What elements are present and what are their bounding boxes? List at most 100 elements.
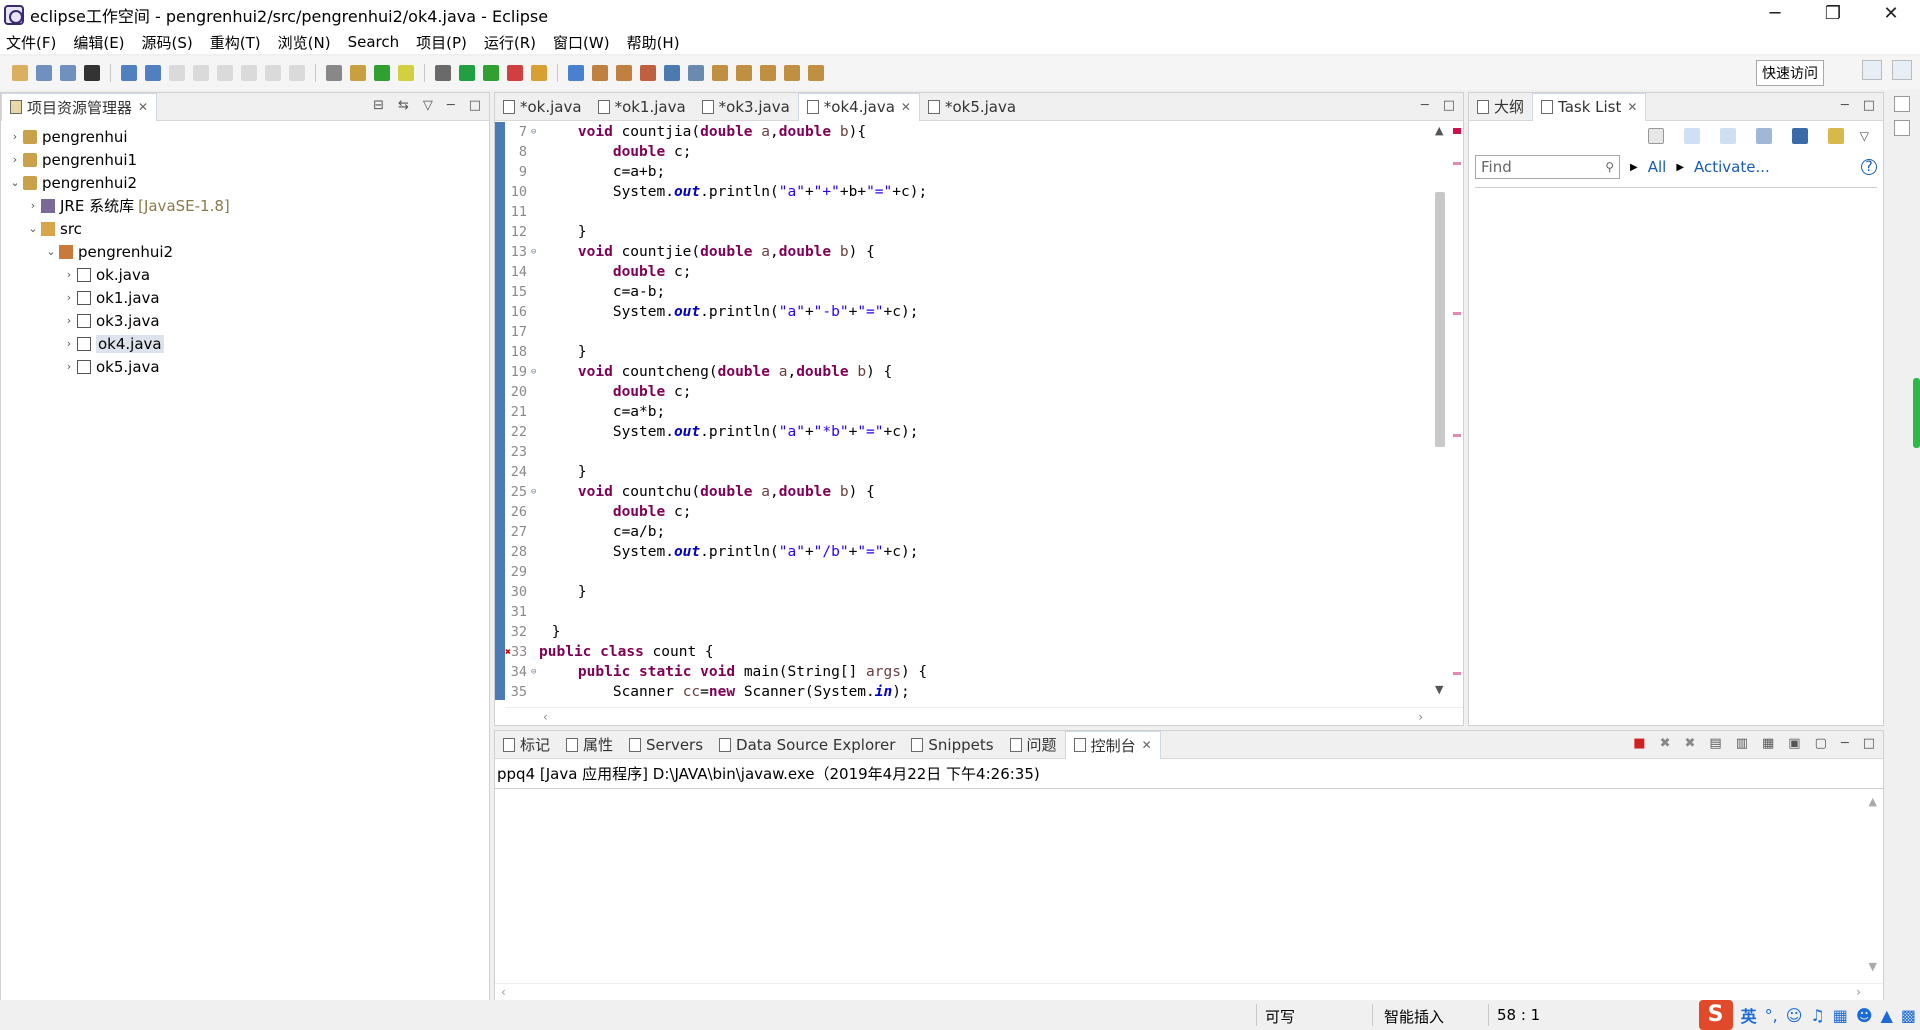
menu-item[interactable]: Search (348, 33, 400, 51)
fold-icon[interactable]: ⊖ (531, 487, 543, 497)
tab-item1[interactable]: 属性 (558, 731, 621, 759)
restore-icon[interactable] (1894, 96, 1910, 112)
overview-marker[interactable] (1453, 162, 1461, 165)
code-line[interactable]: 22 System. out .println("a" + "*b" + "=" +c); (505, 422, 1433, 442)
code-line[interactable]: 13 ⊖ void countjie(double a, double b) { (505, 242, 1433, 262)
toolbar-button-icon[interactable] (84, 65, 100, 81)
menu-item[interactable]: 重构(T) (210, 32, 261, 53)
chevron-down-icon[interactable]: ⌄ (43, 245, 59, 258)
chevron-right-icon[interactable]: › (61, 268, 77, 281)
tab-project-explorer[interactable]: 项目资源管理器 ✕ (1, 92, 158, 121)
fold-icon[interactable]: ⊖ (531, 367, 543, 377)
help-icon[interactable]: ? (1861, 159, 1877, 175)
code-line[interactable]: 16 System. out .println("a" + "-b" + "=" +c); (505, 302, 1433, 322)
tree-item[interactable]: › ok4.java (1, 332, 489, 355)
code-line[interactable]: 26 double c; (505, 502, 1433, 522)
menu-item[interactable]: 文件(F) (6, 32, 56, 53)
scroll-thumb[interactable] (1435, 192, 1445, 447)
tab-okjava[interactable]: *ok.java (495, 93, 590, 121)
menu-item[interactable]: 浏览(N) (278, 32, 331, 53)
tree-item[interactable]: ⌄ pengrenhui2 (1, 171, 489, 194)
tab-datasourceexplorer[interactable]: Data Source Explorer (711, 731, 903, 759)
toolbar-button-icon[interactable] (435, 65, 451, 81)
minimize-button[interactable]: ─ (1746, 0, 1804, 30)
scroll-up-icon[interactable]: ▲ (1435, 124, 1443, 137)
code-line[interactable]: 15 c=a-b; (505, 282, 1433, 302)
tab-ok4java[interactable]: *ok4.java ✕ (797, 92, 920, 121)
chevron-right-icon[interactable]: › (61, 360, 77, 373)
tree-item[interactable]: › pengrenhui (1, 125, 489, 148)
hide-completed-icon[interactable] (1791, 128, 1808, 144)
tab-ok1java[interactable]: *ok1.java (590, 93, 694, 121)
toolbar-button-icon[interactable] (507, 65, 523, 81)
tab-item5[interactable]: 问题 (1002, 731, 1065, 759)
menu-item[interactable]: 运行(R) (484, 32, 536, 53)
toolbar-button-icon[interactable] (459, 65, 475, 81)
toolbar-button-icon[interactable] (483, 65, 499, 81)
toolbar-button-icon[interactable] (217, 65, 233, 81)
tree-item[interactable]: ⌄ src (1, 217, 489, 240)
toolbar-button-icon[interactable] (145, 65, 161, 81)
scroll-lock-icon[interactable]: ▥ (1736, 736, 1748, 751)
toolbar-button-icon[interactable] (568, 65, 584, 81)
code-line[interactable]: 21 c=a*b; (505, 402, 1433, 422)
code-line[interactable]: 25 ⊖ void countchu(double a, double b) { (505, 482, 1433, 502)
categorized-icon[interactable] (1683, 128, 1700, 144)
keyboard-icon[interactable]: ▦ (1833, 1006, 1848, 1025)
close-icon[interactable]: ✕ (1627, 100, 1637, 114)
code-line[interactable]: 32 } (505, 622, 1433, 642)
editor-vertical-scrollbar[interactable]: ▲ ▼ (1431, 122, 1451, 700)
tab-snippets[interactable]: Snippets (903, 731, 1001, 759)
java-file-icon[interactable] (1894, 120, 1910, 136)
scroll-left-icon[interactable]: ‹ (543, 710, 548, 724)
open-perspective-icon[interactable] (1862, 60, 1882, 80)
code-line[interactable]: 11 (505, 202, 1433, 222)
code-line[interactable]: 29 (505, 562, 1433, 582)
toolbar-button-icon[interactable] (398, 65, 414, 81)
scroll-up-icon[interactable]: ▲ (1869, 795, 1877, 808)
grid-icon[interactable]: ▩ (1901, 1006, 1916, 1025)
restore-button[interactable]: ❐ (1804, 0, 1862, 30)
view-menu-icon[interactable]: ▽ (1860, 129, 1869, 143)
menu-item[interactable]: 编辑(E) (73, 32, 124, 53)
tree-item[interactable]: › ok1.java (1, 286, 489, 309)
toolbar-button-icon[interactable] (169, 65, 185, 81)
tab-tasklist[interactable]: Task List ✕ (1532, 92, 1647, 121)
toolbar-button-icon[interactable] (712, 65, 728, 81)
toolbar-button-icon[interactable] (531, 65, 547, 81)
chevron-right-icon[interactable]: › (25, 199, 41, 212)
sogou-icon[interactable]: S (1698, 1000, 1733, 1030)
code-line[interactable]: 35 Scanner cc = new Scanner(System. in); (505, 682, 1433, 702)
pin-console-icon[interactable]: ▦ (1762, 736, 1774, 751)
fold-icon[interactable]: ⊖ (531, 127, 543, 137)
minimize-icon[interactable]: ─ (1841, 736, 1849, 751)
activate-link[interactable]: Activate... (1694, 158, 1770, 176)
task-find-input[interactable]: Find ⚲ (1475, 155, 1620, 179)
code-line[interactable]: 18 } (505, 342, 1433, 362)
chevron-right-icon[interactable]: › (61, 314, 77, 327)
close-icon[interactable]: ✕ (138, 100, 148, 114)
code-line[interactable]: 17 (505, 322, 1433, 342)
clear-console-icon[interactable]: ▤ (1709, 736, 1721, 751)
terminate-icon[interactable]: ■ (1633, 736, 1645, 751)
minimize-icon[interactable]: ─ (447, 98, 455, 113)
close-icon[interactable]: ✕ (901, 100, 911, 114)
maximize-icon[interactable]: □ (1863, 98, 1875, 113)
toolbar-button-icon[interactable] (193, 65, 209, 81)
toolbar-button-icon[interactable] (121, 65, 137, 81)
code-line[interactable]: 24 } (505, 462, 1433, 482)
code-line[interactable]: 34 ⊖ public static void main(String[] arg… (505, 662, 1433, 682)
toolbar-button-icon[interactable] (808, 65, 824, 81)
scroll-left-icon[interactable]: ‹ (501, 985, 506, 999)
toolbar-button-icon[interactable] (36, 65, 52, 81)
sync-icon[interactable] (1827, 128, 1844, 144)
maximize-icon[interactable]: □ (1443, 98, 1455, 113)
all-link[interactable]: All (1648, 158, 1667, 176)
code-line[interactable]: 20 double c; (505, 382, 1433, 402)
maximize-icon[interactable]: □ (1863, 736, 1875, 751)
fold-icon[interactable]: ⊖ (531, 247, 543, 257)
toolbar-button-icon[interactable] (374, 65, 390, 81)
menu-item[interactable]: 窗口(W) (553, 32, 610, 53)
close-button[interactable]: ✕ (1862, 0, 1920, 30)
code-line[interactable]: 7 ⊖ void countjia(double a, double b){ (505, 122, 1433, 142)
